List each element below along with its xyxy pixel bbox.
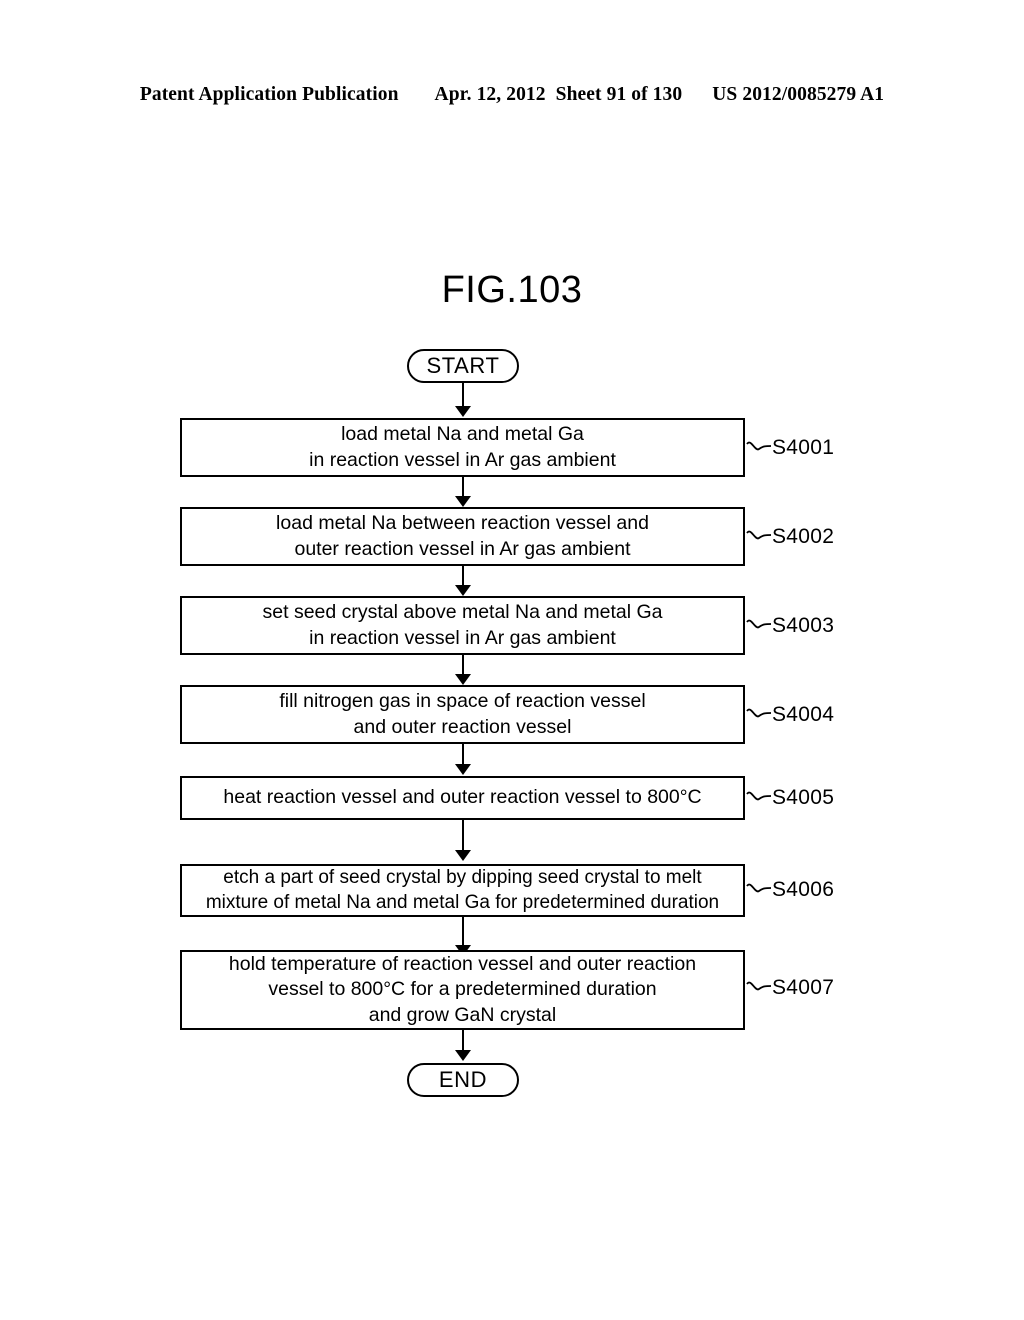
flow-step-text-s4001: load metal Na and metal Ga in reaction v…: [309, 423, 616, 471]
flow-step-box-s4007: hold temperature of reaction vessel and …: [180, 950, 745, 1030]
squiggle-connector-s4001: [746, 441, 772, 451]
flow-step-box-s4006: etch a part of seed crystal by dipping s…: [180, 864, 745, 917]
flow-step-text-s4004: fill nitrogen gas in space of reaction v…: [279, 690, 646, 738]
arrowhead-s4001-to-s4002: [455, 496, 471, 507]
arrowhead-start-to-s4001: [455, 406, 471, 417]
squiggle-connector-s4007: [746, 981, 772, 991]
arrowhead-s4002-to-s4003: [455, 585, 471, 596]
flow-step-label-s4004: S4004: [772, 703, 835, 726]
flow-step-text-s4006: etch a part of seed crystal by dipping s…: [205, 866, 720, 913]
flow-step-box-s4003: set seed crystal above metal Na and meta…: [180, 596, 745, 655]
flow-step-text-s4003: set seed crystal above metal Na and meta…: [262, 601, 663, 649]
flow-node-end: END: [407, 1063, 519, 1097]
flow-step-label-s4007: S4007: [772, 976, 835, 999]
squiggle-connector-s4002: [746, 530, 772, 540]
squiggle-connector-s4005: [746, 791, 772, 801]
flow-node-start: START: [407, 349, 519, 383]
squiggle-connector-s4004: [746, 708, 772, 718]
flow-node-end-label: END: [438, 1067, 488, 1092]
flow-step-box-s4001: load metal Na and metal Ga in reaction v…: [180, 418, 745, 477]
arrowhead-s4005-to-s4006: [455, 850, 471, 861]
flow-step-text-s4005: heat reaction vessel and outer reaction …: [223, 786, 702, 809]
connector-s4006-to-s4007: [462, 917, 464, 948]
connector-s4005-to-s4006: [462, 820, 464, 853]
flow-step-label-s4006: S4006: [772, 878, 835, 901]
flow-step-box-s4004: fill nitrogen gas in space of reaction v…: [180, 685, 745, 744]
flow-step-text-s4007: hold temperature of reaction vessel and …: [228, 952, 697, 1026]
flow-step-label-s4002: S4002: [772, 525, 835, 548]
flow-step-text-s4002: load metal Na between reaction vessel an…: [276, 512, 649, 560]
flowchart: START load metal Na and metal Ga in reac…: [0, 0, 1024, 1320]
flow-node-start-label: START: [426, 353, 500, 378]
squiggle-connector-s4006: [746, 883, 772, 893]
flow-step-label-s4005: S4005: [772, 786, 835, 809]
arrowhead-s4007-to-end: [455, 1050, 471, 1061]
squiggle-connector-s4003: [746, 619, 772, 629]
connector-start-to-s4001: [462, 383, 464, 407]
flow-step-label-s4001: S4001: [772, 436, 835, 459]
arrowhead-s4004-to-s4005: [455, 764, 471, 775]
flow-step-box-s4002: load metal Na between reaction vessel an…: [180, 507, 745, 566]
flow-step-label-s4003: S4003: [772, 614, 835, 637]
flow-step-box-s4005: heat reaction vessel and outer reaction …: [180, 776, 745, 820]
arrowhead-s4003-to-s4004: [455, 674, 471, 685]
